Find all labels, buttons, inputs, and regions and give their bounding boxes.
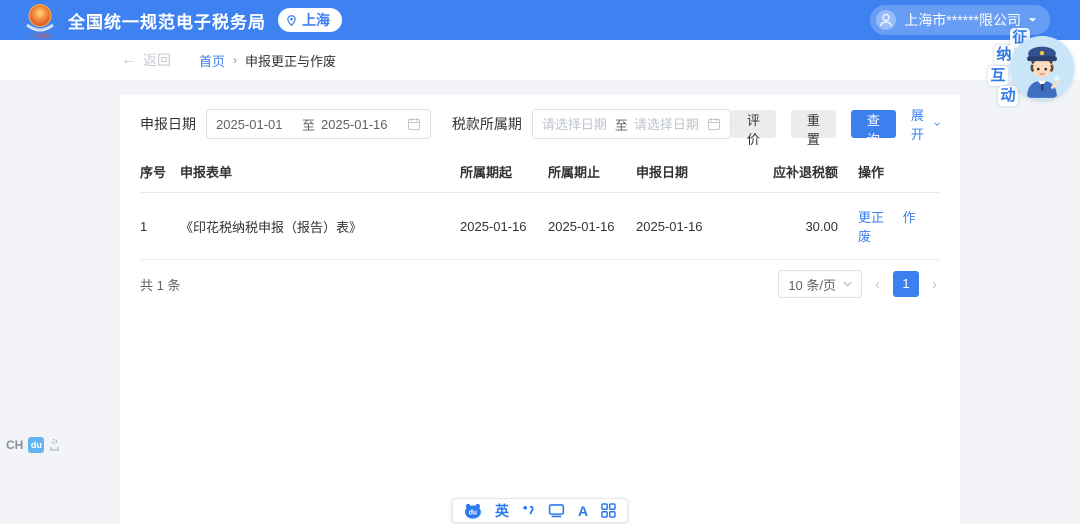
language-indicator: CH xyxy=(6,438,23,452)
chevron-down-icon xyxy=(1028,17,1037,23)
declaration-table: 序号 申报表单 所属期起 所属期止 申报日期 应补退税额 操作 1 《印花税纳税… xyxy=(140,151,940,260)
breadcrumb-separator: › xyxy=(233,53,237,67)
tax-period-label: 税款所属期 xyxy=(452,114,522,134)
baidu-ime-badge[interactable]: du xyxy=(28,437,44,453)
page-title: 全国统一规范电子税务局 xyxy=(68,8,266,33)
ime-language-mode-button[interactable]: 英 xyxy=(495,501,509,521)
reset-button[interactable]: 重置 xyxy=(791,110,836,138)
tax-emblem-logo: 中国税务 xyxy=(22,2,58,40)
tax-officer-mascot-icon xyxy=(1010,36,1074,100)
ime-bear-label: du xyxy=(469,509,477,516)
col-period-end: 所属期止 xyxy=(548,151,636,193)
col-declare-date: 申报日期 xyxy=(636,151,736,193)
range-to-label: 至 xyxy=(615,115,628,134)
prev-page-button[interactable]: ‹ xyxy=(872,276,883,293)
back-arrow-icon: ← xyxy=(121,52,137,68)
next-page-button[interactable]: › xyxy=(929,276,940,293)
tax-period-start-input[interactable] xyxy=(542,117,609,132)
cell-declare-date: 2025-01-16 xyxy=(636,193,736,260)
page-size-select[interactable]: 10 条/页 xyxy=(778,270,862,298)
user-company-name: 上海市******限公司 xyxy=(904,10,1021,30)
col-form: 申报表单 xyxy=(180,151,460,193)
content-card: 申报日期 至 税款所属期 至 xyxy=(120,95,960,524)
ime-move-icon[interactable] xyxy=(49,438,60,452)
chevron-down-icon xyxy=(843,281,852,287)
cell-period-start: 2025-01-16 xyxy=(460,193,548,260)
expand-label: 展开 xyxy=(911,105,929,143)
chevron-down-icon xyxy=(934,121,940,127)
table-row: 1 《印花税纳税申报（报告）表》 2025-01-16 2025-01-16 2… xyxy=(140,193,940,260)
table-header-row: 序号 申报表单 所属期起 所属期止 申报日期 应补退税额 操作 xyxy=(140,151,940,193)
interaction-assistant-widget[interactable]: 征 纳 互 动 xyxy=(986,28,1076,108)
range-to-label: 至 xyxy=(302,115,315,134)
correct-action-link[interactable]: 更正 xyxy=(858,210,884,225)
tax-period-end-input[interactable] xyxy=(634,117,701,132)
declare-date-end-input[interactable] xyxy=(321,117,401,132)
cell-period-end: 2025-01-16 xyxy=(548,193,636,260)
breadcrumb-current: 申报更正与作废 xyxy=(245,51,336,70)
mascot-char: 互 xyxy=(988,66,1008,86)
ime-grid-menu-icon[interactable] xyxy=(601,503,616,518)
declare-date-label: 申报日期 xyxy=(140,114,196,134)
location-label: 上海 xyxy=(302,10,330,30)
back-button[interactable]: ← 返回 xyxy=(121,50,171,70)
calendar-icon[interactable] xyxy=(407,117,421,131)
calendar-icon[interactable] xyxy=(707,117,721,131)
breadcrumb-home-link[interactable]: 首页 xyxy=(199,51,225,70)
logo-caption: 中国税务 xyxy=(29,32,52,40)
declare-date-start-input[interactable] xyxy=(216,117,296,132)
filter-row: 申报日期 至 税款所属期 至 xyxy=(140,109,940,139)
total-count-label: 共 1 条 xyxy=(140,275,180,294)
tax-period-range[interactable]: 至 xyxy=(532,109,731,139)
app-header: 中国税务 全国统一规范电子税务局 上海 上海市******限公司 xyxy=(0,0,1080,40)
ime-keyboard-icon[interactable] xyxy=(548,503,565,518)
user-avatar-icon xyxy=(875,9,897,31)
col-amount: 应补退税额 xyxy=(736,151,856,193)
declare-date-range[interactable]: 至 xyxy=(206,109,431,139)
query-button[interactable]: 查询 xyxy=(851,110,896,138)
cell-index: 1 xyxy=(140,193,180,260)
cell-amount: 30.00 xyxy=(736,193,856,260)
back-label: 返回 xyxy=(143,50,171,70)
ime-language-bar[interactable]: CH du xyxy=(6,437,60,453)
page-size-value: 10 条/页 xyxy=(788,275,836,294)
breadcrumb-bar: ← 返回 首页 › 申报更正与作废 xyxy=(0,40,1080,80)
evaluate-button[interactable]: 评价 xyxy=(731,110,776,138)
cell-form: 《印花税纳税申报（报告）表》 xyxy=(180,193,460,260)
col-operations: 操作 xyxy=(856,151,940,193)
location-pin-icon xyxy=(285,14,298,27)
ime-toolbar[interactable]: du 英 A xyxy=(452,498,628,523)
baidu-ime-bear-icon[interactable]: du xyxy=(464,503,482,519)
ime-font-button[interactable]: A xyxy=(578,503,588,519)
location-switcher[interactable]: 上海 xyxy=(278,8,342,32)
expand-toggle[interactable]: 展开 xyxy=(911,105,940,143)
ime-punctuation-icon[interactable] xyxy=(522,503,535,518)
col-period-start: 所属期起 xyxy=(460,151,548,193)
pagination: 共 1 条 10 条/页 ‹ 1 › xyxy=(140,270,940,298)
col-index: 序号 xyxy=(140,151,180,193)
filter-actions: 评价 重置 查询 展开 xyxy=(731,105,940,143)
page-1-button[interactable]: 1 xyxy=(893,271,919,297)
mascot-char: 动 xyxy=(998,86,1018,106)
breadcrumb: 首页 › 申报更正与作废 xyxy=(199,51,336,70)
